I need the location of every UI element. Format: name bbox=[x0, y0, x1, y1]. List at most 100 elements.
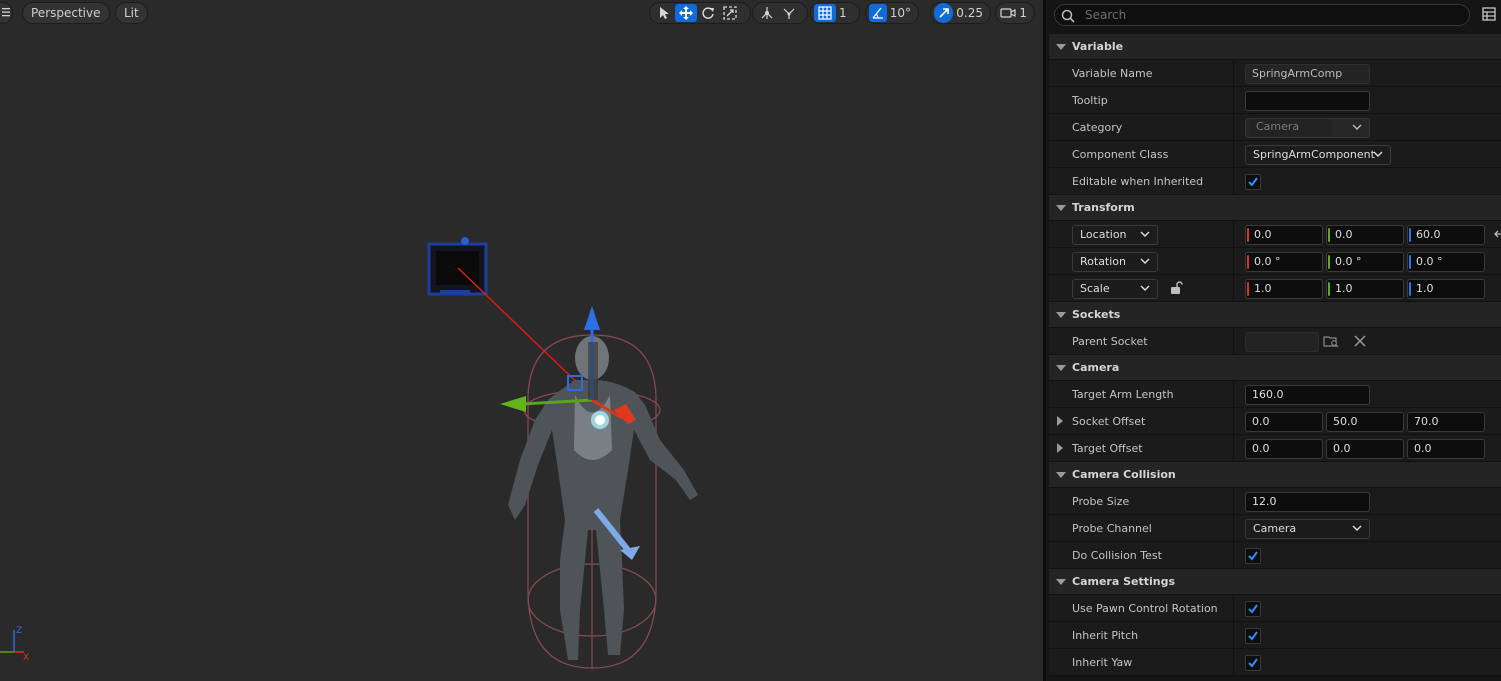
target-arm-length-field[interactable]: 160.0 bbox=[1245, 385, 1370, 405]
expand-arrow-icon[interactable] bbox=[1057, 416, 1063, 426]
viewport-scene bbox=[427, 237, 698, 669]
video-camera-icon bbox=[1000, 8, 1016, 18]
row-scale: Scale 1.0 1.0 1.0 bbox=[1049, 275, 1501, 302]
scale-snap-button[interactable] bbox=[934, 3, 954, 23]
target-offset-z-field[interactable]: 0.0 bbox=[1407, 439, 1485, 459]
category-combo[interactable]: Camera bbox=[1245, 118, 1370, 138]
section-camera-settings[interactable]: Camera Settings bbox=[1049, 569, 1501, 595]
axis-label-z: Z bbox=[16, 626, 22, 636]
rotation-snap-group: 10° bbox=[865, 2, 919, 24]
tooltip-field[interactable] bbox=[1245, 91, 1370, 111]
collapse-arrow-icon bbox=[1056, 579, 1066, 585]
rotation-x-field[interactable]: 0.0 ° bbox=[1245, 252, 1323, 272]
rotation-z-field[interactable]: 0.0 ° bbox=[1407, 252, 1485, 272]
axis-label-x: X bbox=[23, 653, 29, 662]
location-z-field[interactable]: 60.0 bbox=[1407, 225, 1485, 245]
section-camera-collision[interactable]: Camera Collision bbox=[1049, 462, 1501, 488]
socket-offset-x-field[interactable]: 0.0 bbox=[1245, 412, 1323, 432]
category-value[interactable]: Camera bbox=[1250, 119, 1332, 136]
row-target-arm-length: Target Arm Length 160.0 bbox=[1049, 381, 1501, 408]
hamburger-icon bbox=[2, 8, 10, 17]
target-offset-y-field[interactable]: 0.0 bbox=[1326, 439, 1404, 459]
grid-snap-value[interactable]: 1 bbox=[836, 6, 851, 20]
variable-name-field[interactable]: SpringArmComp bbox=[1245, 64, 1370, 84]
row-tooltip: Tooltip bbox=[1049, 87, 1501, 114]
inherit-pitch-checkbox[interactable] bbox=[1245, 628, 1261, 644]
scale-x-field[interactable]: 1.0 bbox=[1245, 279, 1323, 299]
inherit-yaw-checkbox[interactable] bbox=[1245, 655, 1261, 671]
section-sockets[interactable]: Sockets bbox=[1049, 302, 1501, 328]
move-icon bbox=[679, 6, 693, 20]
scale-y-field[interactable]: 1.0 bbox=[1326, 279, 1404, 299]
row-socket-offset: Socket Offset 0.0 50.0 70.0 bbox=[1049, 408, 1501, 435]
probe-size-field[interactable]: 12.0 bbox=[1245, 492, 1370, 512]
collapse-arrow-icon bbox=[1056, 312, 1066, 318]
component-class-dropdown[interactable]: SpringArmComponent bbox=[1245, 145, 1391, 165]
scale-snap-value[interactable]: 0.25 bbox=[953, 6, 987, 20]
use-pawn-control-rotation-checkbox[interactable] bbox=[1245, 601, 1261, 617]
camera-speed-button[interactable] bbox=[999, 4, 1016, 22]
collapse-arrow-icon bbox=[1056, 205, 1066, 211]
do-collision-test-checkbox[interactable] bbox=[1245, 548, 1261, 564]
expand-arrow-icon[interactable] bbox=[1057, 443, 1063, 453]
scale-tool-button[interactable] bbox=[719, 4, 741, 22]
viewport-menu-button[interactable] bbox=[0, 2, 13, 24]
checkmark-icon bbox=[1248, 551, 1258, 561]
checkmark-icon bbox=[1248, 658, 1258, 668]
perspective-button[interactable]: Perspective bbox=[22, 2, 110, 24]
section-variable[interactable]: Variable bbox=[1049, 34, 1501, 60]
chevron-down-icon bbox=[1373, 151, 1383, 157]
scale-snap-group: 0.25 bbox=[930, 2, 991, 24]
row-editable-inherited: Editable when Inherited bbox=[1049, 168, 1501, 195]
scale-snap-icon bbox=[939, 8, 949, 18]
angle-icon bbox=[872, 7, 883, 19]
editable-inherited-checkbox[interactable] bbox=[1245, 174, 1261, 190]
section-transform[interactable]: Transform bbox=[1049, 195, 1501, 221]
axis-indicator: Z X bbox=[0, 626, 29, 662]
level-viewport[interactable]: Perspective Lit 1 10° 0.25 1 Z X bbox=[0, 0, 1043, 681]
scale-z-field[interactable]: 1.0 bbox=[1407, 279, 1485, 299]
chevron-down-icon bbox=[1352, 525, 1362, 531]
target-offset-x-field[interactable]: 0.0 bbox=[1245, 439, 1323, 459]
rotation-snap-value[interactable]: 10° bbox=[887, 6, 915, 20]
lit-button[interactable]: Lit bbox=[115, 2, 148, 24]
rotation-snap-button[interactable] bbox=[869, 4, 887, 22]
search-input[interactable]: Search bbox=[1054, 4, 1470, 26]
grid-snap-button[interactable] bbox=[814, 4, 836, 22]
row-probe-size: Probe Size 12.0 bbox=[1049, 488, 1501, 515]
unlock-icon[interactable] bbox=[1169, 281, 1183, 295]
probe-channel-dropdown[interactable]: Camera bbox=[1245, 519, 1370, 539]
location-x-field[interactable]: 0.0 bbox=[1245, 225, 1323, 245]
property-matrix-icon[interactable] bbox=[1482, 7, 1496, 21]
scale-icon bbox=[723, 6, 737, 20]
search-placeholder: Search bbox=[1085, 8, 1127, 22]
rotation-dropdown[interactable]: Rotation bbox=[1072, 252, 1158, 272]
rotate-tool-button[interactable] bbox=[697, 4, 719, 22]
chevron-down-icon bbox=[1140, 258, 1150, 264]
details-panel: Search Variable Variable Name SpringArmC… bbox=[1043, 0, 1501, 681]
rotate-icon bbox=[702, 7, 714, 19]
reset-arrow-icon[interactable] bbox=[1493, 229, 1501, 239]
collapse-arrow-icon bbox=[1056, 365, 1066, 371]
socket-offset-z-field[interactable]: 70.0 bbox=[1407, 412, 1485, 432]
folder-search-icon[interactable] bbox=[1323, 334, 1339, 348]
search-icon bbox=[1061, 9, 1075, 23]
cursor-icon bbox=[660, 7, 669, 19]
move-tool-button[interactable] bbox=[675, 4, 697, 22]
location-y-field[interactable]: 0.0 bbox=[1326, 225, 1404, 245]
location-dropdown[interactable]: Location bbox=[1072, 225, 1158, 245]
row-rotation: Rotation 0.0 ° 0.0 ° 0.0 ° bbox=[1049, 248, 1501, 275]
character-mesh[interactable] bbox=[508, 336, 698, 660]
surface-snap-button[interactable] bbox=[778, 4, 800, 22]
camera-speed-value[interactable]: 1 bbox=[1016, 6, 1031, 20]
scale-dropdown[interactable]: Scale bbox=[1072, 279, 1158, 299]
parent-socket-field[interactable] bbox=[1245, 332, 1319, 352]
rotation-y-field[interactable]: 0.0 ° bbox=[1326, 252, 1404, 272]
world-local-button[interactable] bbox=[756, 4, 778, 22]
socket-offset-y-field[interactable]: 50.0 bbox=[1326, 412, 1404, 432]
row-target-offset: Target Offset 0.0 0.0 0.0 bbox=[1049, 435, 1501, 462]
section-camera[interactable]: Camera bbox=[1049, 355, 1501, 381]
clear-icon[interactable] bbox=[1354, 335, 1366, 347]
checkmark-icon bbox=[1248, 604, 1258, 614]
select-tool-button[interactable] bbox=[653, 4, 675, 22]
